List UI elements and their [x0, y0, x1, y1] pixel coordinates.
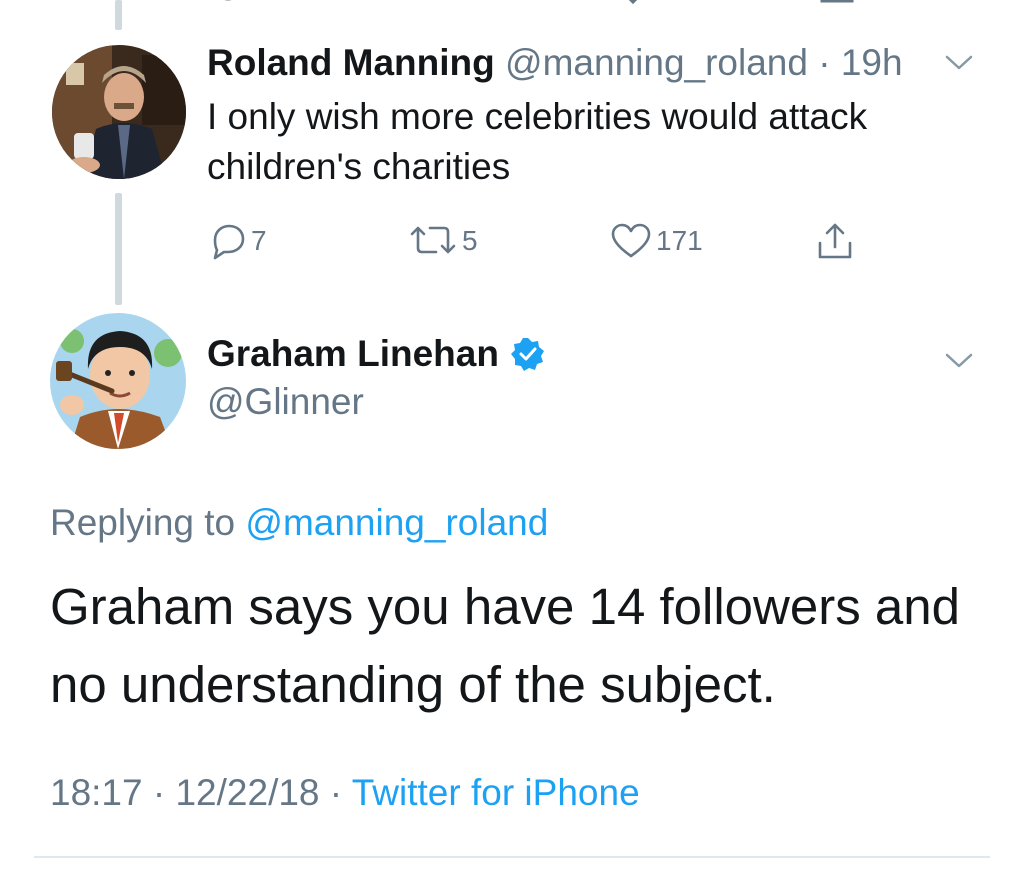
author-name-row: Graham Linehan: [207, 332, 545, 376]
tweet-time[interactable]: 19h: [841, 42, 903, 83]
meta-separator: ·: [319, 772, 352, 813]
partial-reply-icon: [224, 0, 232, 1]
tweet-time: 18:17: [50, 772, 143, 813]
tweet-2-text: Graham says you have 14 followers and no…: [50, 578, 960, 713]
separator: ·: [818, 42, 831, 83]
reply-icon: [213, 224, 245, 260]
replying-to: Replying to @manning_roland: [50, 500, 548, 546]
tweet-1-header: Roland Manning @manning_roland · 19h: [207, 40, 903, 86]
author-name[interactable]: Roland Manning: [207, 42, 495, 83]
partial-share-icon: [820, 0, 854, 3]
avatar-graham-linehan[interactable]: [50, 313, 186, 449]
replying-to-label: Replying to: [50, 502, 246, 543]
author-handle[interactable]: @manning_roland: [505, 42, 808, 83]
verified-badge-icon: [510, 338, 544, 371]
retweet-button[interactable]: 5: [408, 222, 478, 260]
reply-count: 7: [251, 225, 267, 256]
avatar-roland-manning[interactable]: [52, 45, 186, 179]
share-icon: [818, 223, 852, 259]
retweet-icon: [410, 226, 456, 254]
tweet-date: 12/22/18: [175, 772, 320, 813]
author-handle[interactable]: @Glinner: [207, 380, 364, 424]
like-count: 171: [656, 225, 703, 256]
thread-connector: [115, 193, 122, 305]
replying-to-mention[interactable]: @manning_roland: [245, 502, 548, 543]
author-name[interactable]: Graham Linehan: [207, 332, 499, 376]
tweet-1-text: I only wish more celebrities would attac…: [207, 96, 868, 187]
chevron-down-icon[interactable]: [943, 350, 975, 370]
thread-connector-top: [115, 0, 122, 30]
chevron-down-icon[interactable]: [943, 52, 975, 72]
partial-like-icon: [628, 0, 638, 5]
share-button[interactable]: [815, 222, 855, 260]
meta-separator: ·: [142, 772, 176, 813]
reply-button[interactable]: 7: [207, 222, 267, 260]
like-icon: [611, 223, 651, 258]
retweet-count: 5: [462, 225, 478, 256]
like-button[interactable]: 171: [610, 222, 703, 260]
tweet-source-link[interactable]: Twitter for iPhone: [352, 772, 640, 813]
tweet-meta: 18:17 · 12/22/18 · Twitter for iPhone: [50, 770, 640, 816]
divider: [34, 856, 990, 858]
